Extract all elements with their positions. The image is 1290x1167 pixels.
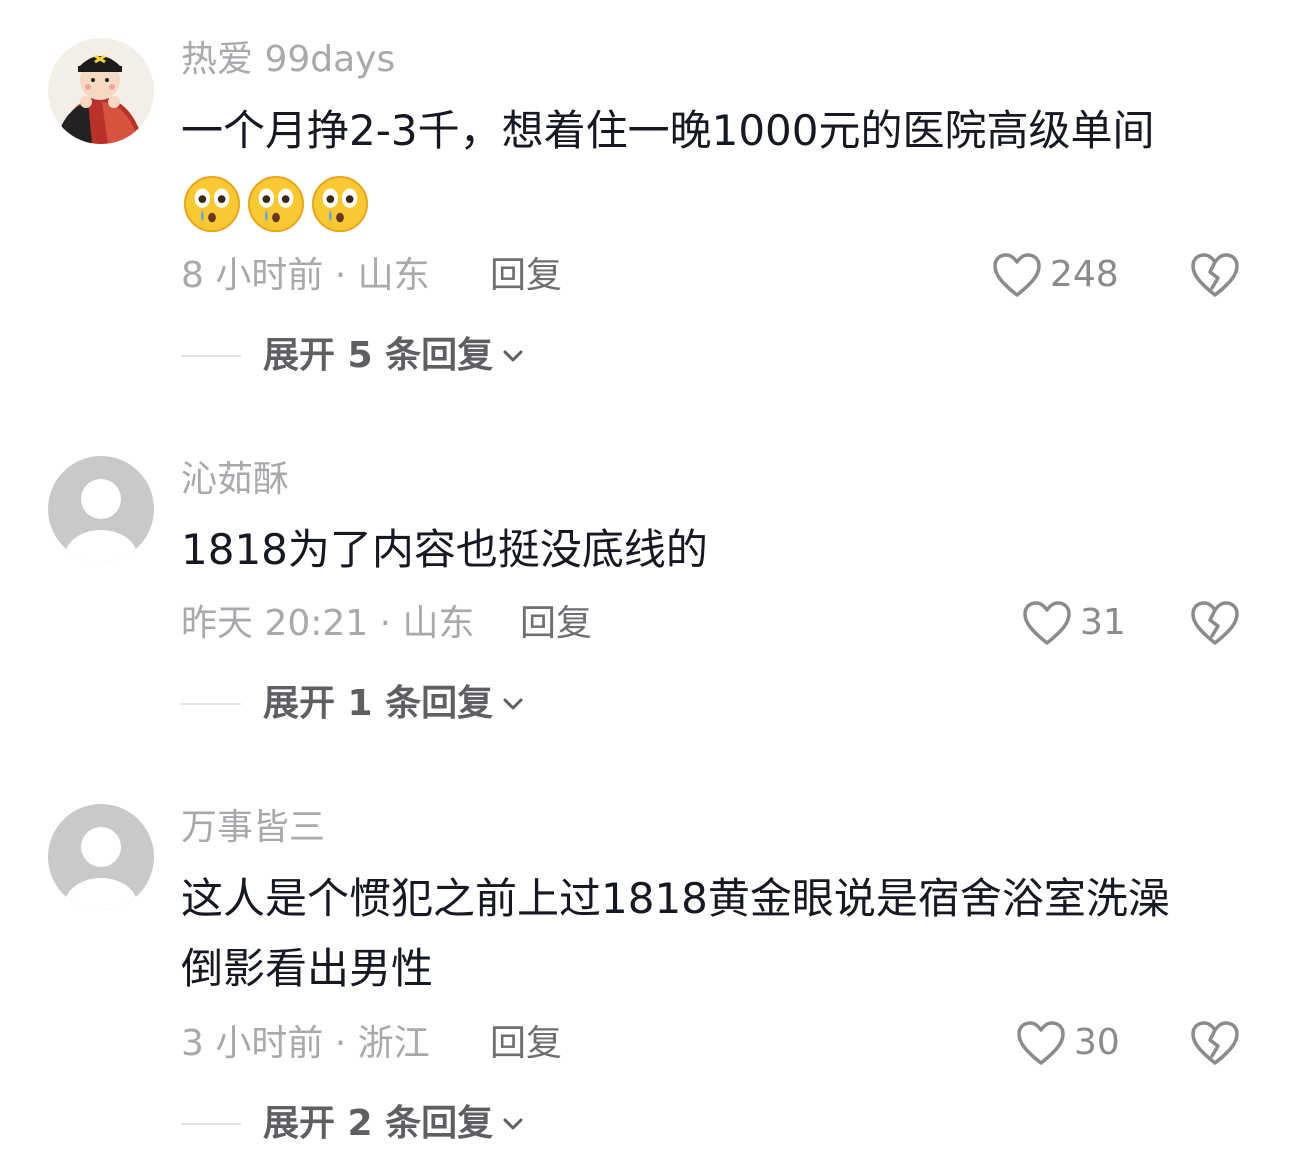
comment-text-line: 倒影看出男性 [181, 944, 434, 993]
expand-replies-button[interactable]: 展开 2 条回复 [181, 1102, 525, 1146]
like-count: 30 [1074, 1022, 1120, 1063]
expand-replies-label: 展开 2 条回复 [263, 1103, 494, 1144]
comment-item: 万事皆三 这人是个惯犯之前上过1818黄金眼说是宿舍浴室洗澡 倒影看出男性 3 … [0, 0, 1290, 1167]
username[interactable]: 万事皆三 [181, 806, 325, 850]
comment-text-line: 这人是个惯犯之前上过1818黄金眼说是宿舍浴室洗澡 [181, 874, 1170, 923]
divider [181, 1123, 241, 1125]
broken-heart-icon[interactable] [1190, 1018, 1240, 1068]
time-location: 3 小时前 · 浙江 [181, 1023, 430, 1064]
like-button[interactable]: 30 [1016, 1020, 1120, 1066]
chevron-down-icon [503, 1118, 523, 1130]
avatar[interactable] [48, 804, 154, 910]
heart-outline-icon [1017, 1021, 1065, 1065]
reply-button[interactable]: 回复 [490, 1022, 562, 1066]
comment-text: 这人是个惯犯之前上过1818黄金眼说是宿舍浴室洗澡 倒影看出男性 [181, 864, 1241, 1004]
